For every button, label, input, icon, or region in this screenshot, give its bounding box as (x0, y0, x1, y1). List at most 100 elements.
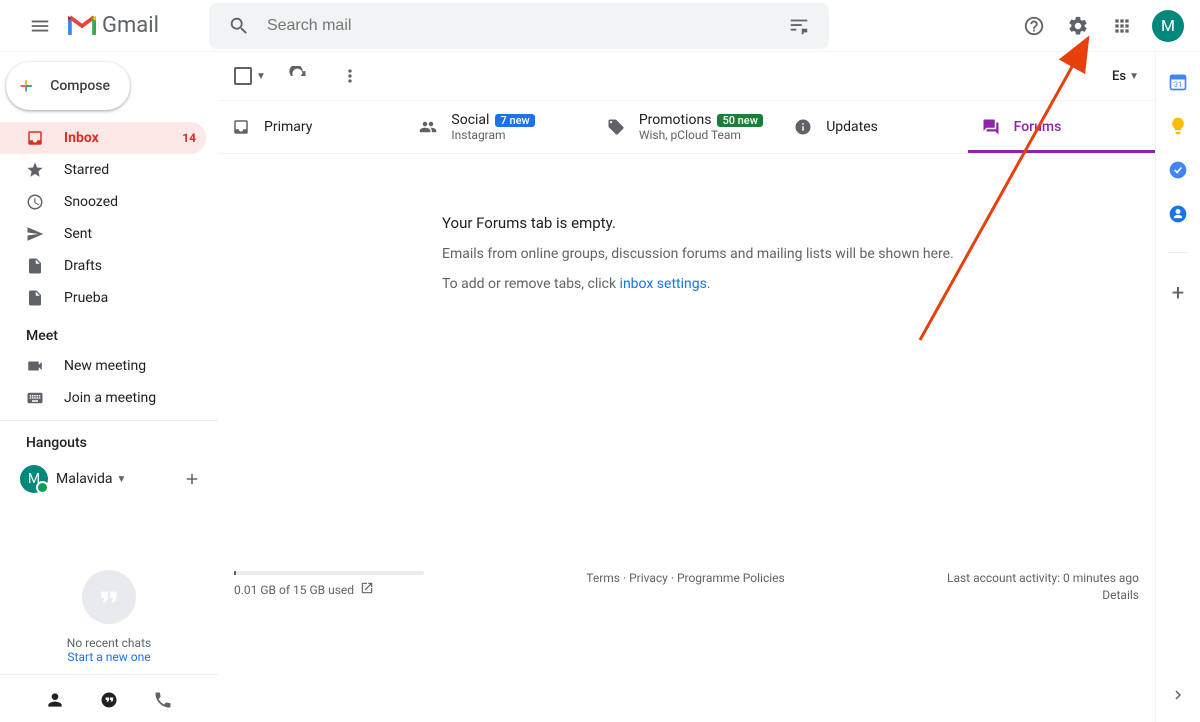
side-panel: 31 + (1156, 52, 1200, 722)
tab-label: Social (451, 112, 489, 128)
video-icon (26, 357, 46, 375)
select-all-checkbox[interactable]: ▼ (234, 67, 266, 85)
policies-link[interactable]: Programme Policies (677, 571, 785, 585)
app-name: Gmail (102, 13, 159, 38)
tab-primary[interactable]: Primary (218, 101, 405, 153)
sidebar-item-label: Join a meeting (64, 390, 196, 406)
tab-promotions[interactable]: Promotions 50 new Wish, pCloud Team (593, 101, 780, 153)
hangouts-quote-icon (82, 570, 136, 624)
sidebar-item-label: Starred (64, 162, 196, 178)
forum-icon (982, 118, 1000, 136)
inbox-settings-link[interactable]: inbox settings (620, 276, 707, 292)
keyboard-icon (26, 389, 46, 407)
compose-label: Compose (50, 78, 110, 94)
empty-description: Emails from online groups, discussion fo… (442, 246, 1155, 262)
chevron-down-icon: ▼ (1129, 71, 1139, 82)
tab-label: Updates (826, 119, 878, 135)
compose-plus-icon (16, 71, 36, 101)
category-tabs: Primary Social 7 new Instagram Promotion… (218, 100, 1155, 154)
tab-badge: 50 new (717, 114, 762, 127)
clock-icon (26, 193, 46, 211)
content-footer: 0.01 GB of 15 GB used Terms · Privacy · … (218, 551, 1155, 722)
search-options-icon[interactable] (779, 6, 819, 46)
sidebar-item-label: Inbox (64, 130, 182, 146)
meet-section-label: Meet (0, 314, 218, 350)
tab-label: Primary (264, 119, 312, 135)
sidebar-item-label: Drafts (64, 258, 196, 274)
toolbar: ▼ Es ▼ (218, 52, 1155, 100)
tab-social[interactable]: Social 7 new Instagram (405, 101, 592, 153)
hangouts-user-row[interactable]: M Malavida ▼ (0, 457, 218, 501)
external-link-icon[interactable] (360, 581, 374, 598)
hangouts-username: Malavida (56, 471, 112, 487)
refresh-icon[interactable] (278, 56, 318, 96)
sidebar-item-snoozed[interactable]: Snoozed (0, 186, 206, 218)
hangouts-add-icon[interactable] (176, 463, 208, 495)
inbox-icon (26, 129, 46, 147)
sidebar-item-label: New meeting (64, 358, 196, 374)
sidebar-item-new-meeting[interactable]: New meeting (0, 350, 206, 382)
language-switcher[interactable]: Es ▼ (1112, 69, 1139, 84)
hangouts-tab-icon[interactable] (82, 676, 136, 722)
settings-icon[interactable] (1058, 6, 1098, 46)
sidebar-item-prueba[interactable]: Prueba (0, 282, 206, 314)
tag-icon (607, 118, 625, 136)
file-icon (26, 257, 46, 275)
tab-subtitle: Wish, pCloud Team (639, 128, 763, 142)
sidebar-item-drafts[interactable]: Drafts (0, 250, 206, 282)
sidebar-item-inbox[interactable]: Inbox 14 (0, 122, 206, 154)
file-icon (26, 289, 46, 307)
tab-label: Promotions (639, 112, 712, 128)
empty-title: Your Forums tab is empty. (442, 214, 1155, 232)
star-icon (26, 161, 46, 179)
sidebar-item-sent[interactable]: Sent (0, 218, 206, 250)
sidebar-item-join-meeting[interactable]: Join a meeting (0, 382, 206, 414)
calendar-addon-icon[interactable]: 31 (1168, 72, 1188, 92)
search-bar[interactable] (209, 3, 829, 49)
sidebar-item-label: Prueba (64, 290, 196, 306)
more-icon[interactable] (330, 56, 370, 96)
apps-icon[interactable] (1102, 6, 1142, 46)
inbox-count: 14 (182, 131, 196, 145)
storage-bar (234, 571, 424, 575)
details-link[interactable]: Details (947, 588, 1139, 602)
compose-button[interactable]: Compose (6, 62, 130, 110)
chevron-down-icon: ▼ (256, 71, 266, 82)
contacts-addon-icon[interactable] (1168, 204, 1188, 224)
sidebar-item-label: Snoozed (64, 194, 196, 210)
privacy-link[interactable]: Privacy (629, 571, 668, 585)
footer-links: Terms · Privacy · Programme Policies (424, 571, 947, 585)
gmail-logo[interactable]: Gmail (68, 13, 159, 38)
terms-link[interactable]: Terms (586, 571, 620, 585)
tab-badge: 7 new (495, 114, 534, 127)
gmail-m-icon (68, 15, 96, 37)
tab-subtitle: Instagram (451, 128, 534, 142)
people-icon (419, 118, 437, 136)
tab-forums[interactable]: Forums (968, 101, 1155, 153)
main-menu-button[interactable] (16, 2, 64, 50)
sidebar: Compose Inbox 14 Starred Snoozed Sent Dr… (0, 52, 218, 722)
activity-text: Last account activity: 0 minutes ago (947, 571, 1139, 585)
inbox-icon (232, 118, 250, 136)
tasks-addon-icon[interactable] (1168, 160, 1188, 180)
info-icon (794, 118, 812, 136)
phone-tab-icon[interactable] (136, 676, 190, 722)
chevron-down-icon: ▼ (116, 474, 126, 485)
account-avatar[interactable]: M (1152, 10, 1184, 42)
empty-state: Your Forums tab is empty. Emails from on… (218, 154, 1155, 292)
search-input[interactable] (259, 17, 779, 35)
language-label: Es (1112, 69, 1126, 84)
start-chat-link[interactable]: Start a new one (67, 650, 150, 664)
support-icon[interactable] (1014, 6, 1054, 46)
collapse-panel-icon[interactable] (1169, 686, 1187, 708)
send-icon (26, 225, 46, 243)
search-icon[interactable] (219, 6, 259, 46)
contacts-tab-icon[interactable] (28, 676, 82, 722)
sidebar-item-starred[interactable]: Starred (0, 154, 206, 186)
empty-action-text: To add or remove tabs, click inbox setti… (442, 276, 1155, 292)
tab-label: Forums (1014, 119, 1062, 135)
svg-text:31: 31 (1174, 80, 1182, 89)
tab-updates[interactable]: Updates (780, 101, 967, 153)
add-addon-icon[interactable]: + (1172, 281, 1184, 306)
keep-addon-icon[interactable] (1168, 116, 1188, 136)
